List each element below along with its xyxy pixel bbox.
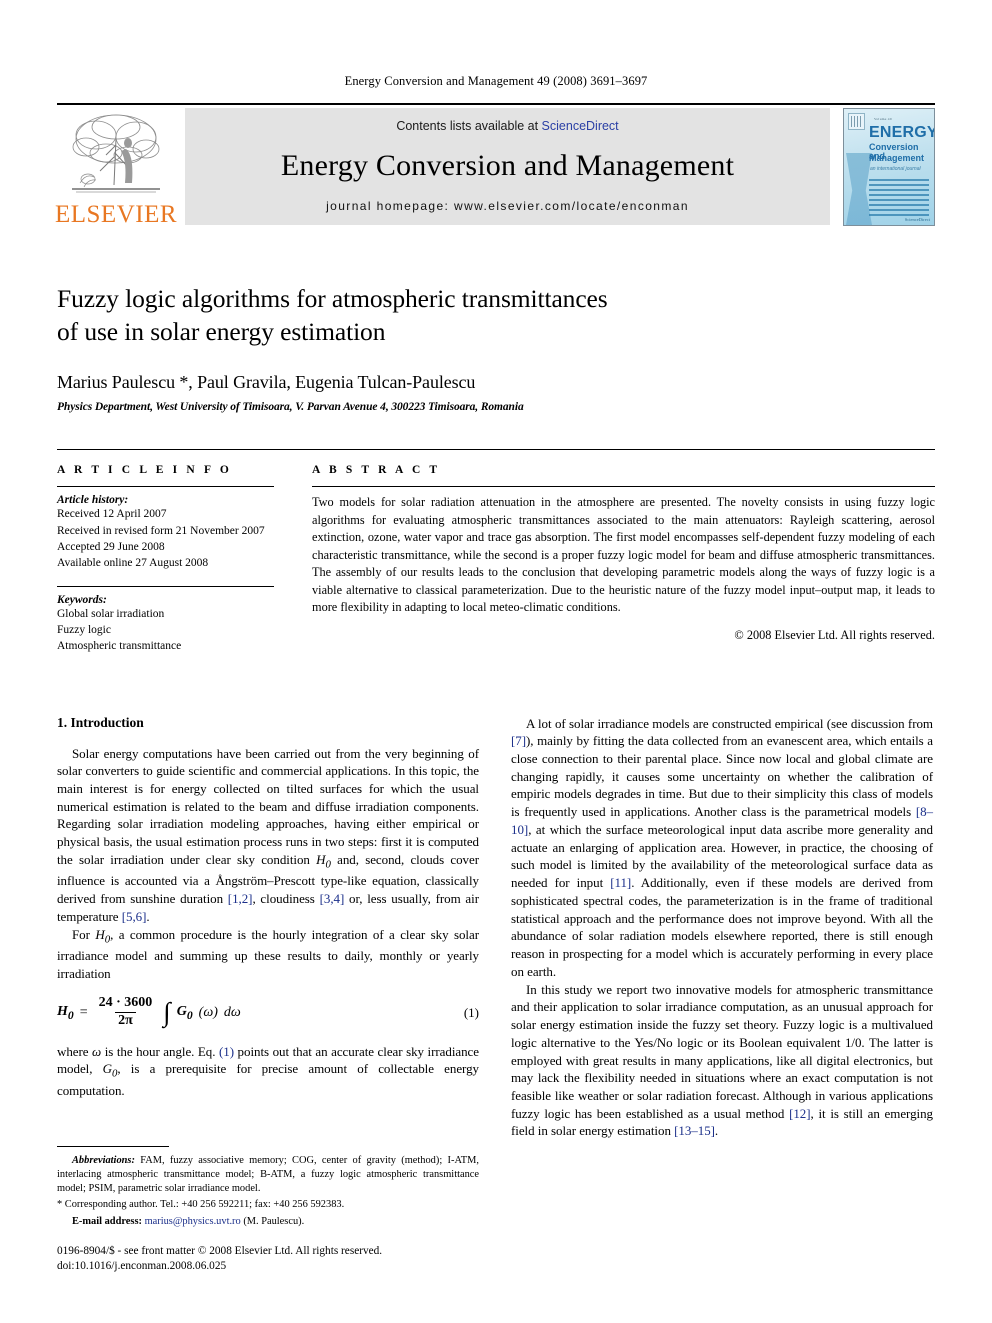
elsevier-wordmark: ELSEVIER — [54, 201, 178, 228]
cover-kicker: Volume 49 — [874, 117, 892, 121]
paper-title-line1: Fuzzy logic algorithms for atmospheric t… — [57, 284, 608, 313]
title-block: Fuzzy logic algorithms for atmospheric t… — [57, 283, 935, 413]
running-head: Energy Conversion and Management 49 (200… — [344, 74, 648, 88]
fraction-denominator: 2π — [115, 1012, 136, 1029]
divider — [57, 486, 274, 488]
equation-fraction: 24 · 3600 2π — [96, 996, 156, 1028]
journal-banner: ELSEVIER Contents lists available at Sci… — [54, 103, 935, 229]
equation-reference-link[interactable]: (1) — [219, 1044, 234, 1059]
cover-contents-lines — [869, 179, 929, 219]
page-title: Fuzzy logic algorithms for atmospheric t… — [57, 283, 935, 348]
divider — [57, 585, 274, 587]
paragraph: where ω is the hour angle. Eq. (1) point… — [57, 1043, 479, 1098]
citation-link[interactable]: [1,2] — [228, 891, 253, 906]
issn-block: 0196-8904/$ - see front matter © 2008 El… — [57, 1244, 479, 1275]
cover-title-energy: ENERGY — [869, 124, 935, 141]
contents-lists-line: Contents lists available at ScienceDirec… — [396, 119, 618, 133]
paragraph: A lot of solar irradiance models are con… — [511, 715, 934, 979]
symbol-H0: H0 — [316, 851, 331, 871]
symbol-H0: H0 — [95, 926, 111, 946]
article-info-column: A R T I C L E I N F O Article history: R… — [57, 464, 294, 654]
elsevier-tree-icon — [72, 114, 160, 193]
paragraph: Solar energy computations have been carr… — [57, 745, 479, 924]
body-columns: 1. Introduction Solar energy computation… — [57, 715, 935, 1275]
footnote-divider — [57, 1145, 169, 1147]
cover-elsevier-mark — [848, 113, 865, 130]
symbol-G0: G0 — [102, 1061, 118, 1081]
elsevier-logo: ELSEVIER — [54, 105, 178, 229]
cover-footer-mark: ScienceDirect — [904, 217, 930, 222]
affiliation: Physics Department, West University of T… — [57, 401, 524, 414]
citation-link[interactable]: [13–15] — [674, 1123, 715, 1138]
issn-line: 0196-8904/$ - see front matter © 2008 El… — [57, 1245, 383, 1258]
banner-center-panel: Contents lists available at ScienceDirec… — [185, 108, 830, 225]
left-column: 1. Introduction Solar energy computation… — [57, 715, 479, 1275]
journal-homepage-link[interactable]: journal homepage: www.elsevier.com/locat… — [326, 199, 689, 213]
info-abstract-section: A R T I C L E I N F O Article history: R… — [57, 449, 935, 654]
abstract-copyright: © 2008 Elsevier Ltd. All rights reserved… — [734, 628, 935, 643]
citation-link[interactable]: [7] — [511, 733, 526, 748]
paper-page: Energy Conversion and Management 49 (200… — [0, 0, 992, 1323]
abbreviations-label: Abbreviations: — [72, 1154, 135, 1166]
paper-title-line2: of use in solar energy estimation — [57, 316, 386, 346]
paragraph-text: Solar energy computations have been carr… — [57, 745, 479, 867]
footnotes-block: Abbreviations: FAM, fuzzy associative me… — [57, 1145, 479, 1275]
symbol-omega: ω — [92, 1043, 102, 1059]
paragraph: In this study we report two innovative m… — [511, 981, 933, 1139]
abstract-heading: A B S T R A C T — [312, 464, 441, 477]
keywords-label: Keywords: — [57, 593, 107, 606]
section-title-introduction: 1. Introduction — [57, 714, 144, 730]
article-history-label: Article history: — [57, 494, 129, 507]
equation-equals: = — [79, 1004, 88, 1020]
equation-1: H0 = 24 · 3600 2π ∫ G0 (ω) dω (1) — [57, 996, 479, 1028]
abstract-text: Two models for solar radiation attenuati… — [312, 495, 935, 614]
footnote-abbreviations: Abbreviations: FAM, fuzzy associative me… — [57, 1154, 479, 1195]
contents-lists-prefix: Contents lists available at — [396, 119, 542, 133]
article-history-received: Received 12 April 2007 — [57, 508, 167, 521]
journal-title: Energy Conversion and Management — [280, 149, 735, 182]
email-suffix: (M. Paulescu). — [240, 1216, 305, 1228]
equation-lhs: H0 — [57, 1003, 74, 1022]
article-history-online: Available online 27 August 2008 — [57, 557, 209, 570]
divider — [312, 486, 935, 488]
email-label: E-mail address: — [72, 1216, 142, 1228]
asterisk-icon: * — [57, 1199, 65, 1211]
equation-integrand-arg: (ω) — [198, 1004, 218, 1020]
article-history-revised: Received in revised form 21 November 200… — [57, 524, 265, 537]
cover-title-management: Management — [869, 153, 925, 163]
footnote-corresponding-author: * Corresponding author. Tel.: +40 256 59… — [57, 1199, 345, 1211]
citation-link[interactable]: [11] — [610, 875, 631, 890]
journal-cover-thumbnail: Volume 49 ENERGY Conversion and Manageme… — [843, 108, 935, 226]
keyword-item: Fuzzy logic — [57, 623, 111, 636]
equation-differential: dω — [223, 1004, 241, 1020]
integral-sign: ∫ — [163, 997, 171, 1028]
cover-tagline: an international journal — [870, 166, 921, 172]
right-column: A lot of solar irradiance models are con… — [511, 715, 933, 1275]
equation-expression: H0 = 24 · 3600 2π ∫ G0 (ω) dω — [57, 996, 241, 1028]
journal-cover-container: Volume 49 ENERGY Conversion and Manageme… — [839, 105, 935, 229]
citation-link[interactable]: [3,4] — [320, 891, 345, 906]
keyword-item: Atmospheric transmittance — [57, 640, 182, 653]
email-link[interactable]: marius@physics.uvt.ro — [145, 1216, 241, 1227]
article-info-heading: A R T I C L E I N F O — [57, 464, 232, 477]
author-list: Marius Paulescu *, Paul Gravila, Eugenia… — [57, 372, 476, 393]
sciencedirect-link[interactable]: ScienceDirect — [542, 119, 619, 133]
keyword-item: Global solar irradiation — [57, 607, 165, 620]
footnote-email: E-mail address: marius@physics.uvt.ro (M… — [57, 1215, 479, 1229]
equation-number: (1) — [463, 1004, 479, 1020]
article-history-accepted: Accepted 29 June 2008 — [57, 540, 165, 553]
paragraph: For H0, a common procedure is the hourly… — [57, 926, 479, 981]
equation-integrand: G0 — [176, 1003, 193, 1022]
doi-line: doi:10.1016/j.enconman.2008.06.025 — [57, 1260, 227, 1273]
citation-link[interactable]: [5,6] — [122, 909, 147, 924]
citation-link[interactable]: [12] — [789, 1106, 811, 1121]
abstract-column: A B S T R A C T Two models for solar rad… — [294, 464, 935, 654]
fraction-numerator: 24 · 3600 — [98, 995, 153, 1011]
